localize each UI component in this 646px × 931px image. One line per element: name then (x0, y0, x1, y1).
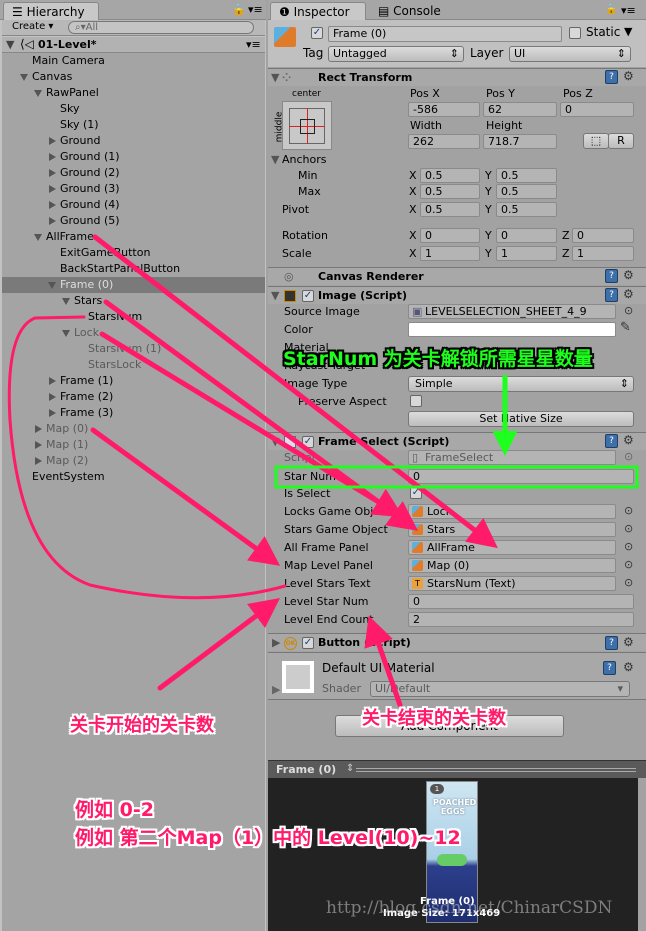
star-num-annotation: StarNum 为关卡解锁所需星星数量 (283, 348, 593, 370)
arrow-level-end (364, 615, 403, 708)
example-2-annotation: 例如 第二个Map（1）中的 Level(10)~12 (75, 827, 461, 849)
arrow-level-start (157, 598, 280, 691)
level-start-annotation: 关卡开始的关卡数 (70, 715, 214, 736)
arrow-allframe (92, 234, 498, 549)
example-1-annotation: 例如 0-2 (75, 799, 154, 821)
watermark: http://blog.csdn.net/ChinarCSDN (326, 898, 613, 918)
level-end-annotation: 关卡结束的关卡数 (362, 708, 506, 729)
arrow-map (90, 427, 281, 566)
annotation-arrows (7, 234, 639, 708)
